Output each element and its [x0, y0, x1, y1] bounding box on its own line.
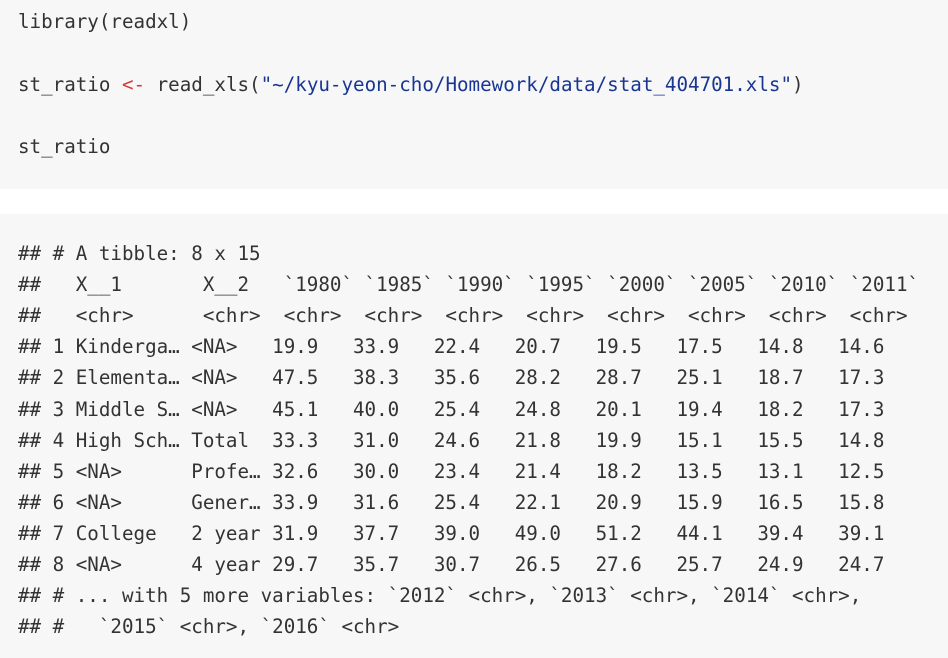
function-call: read_xls( — [145, 73, 261, 96]
output-column-types: ## <chr> <chr> <chr> <chr> <chr> <chr> <… — [18, 304, 908, 327]
output-row: ## 7 College 2 year 31.9 37.7 39.0 49.0 … — [18, 522, 885, 545]
code-line-assignment: st_ratio <- read_xls("~/kyu-yeon-cho/Hom… — [18, 73, 804, 97]
output-row: ## 8 <NA> 4 year 29.7 35.7 30.7 26.5 27.… — [18, 553, 885, 576]
output-more-variables-note: ## # ... with 5 more variables: `2012` <… — [18, 584, 862, 607]
output-row: ## 5 <NA> Profe… 32.6 30.0 23.4 21.4 18.… — [18, 460, 885, 483]
output-row: ## 1 Kinderga… <NA> 19.9 33.9 22.4 20.7 … — [18, 335, 885, 358]
console-output-block: ## # A tibble: 8 x 15 ## X__1 X__2 `1980… — [0, 214, 948, 658]
file-path-string: "~/kyu-yeon-cho/Homework/data/stat_40470… — [260, 73, 792, 96]
assignment-operator: <- — [121, 73, 146, 96]
output-column-names: ## X__1 X__2 `1980` `1985` `1990` `1995`… — [18, 273, 920, 296]
output-row: ## 4 High Sch… Total 33.3 31.0 24.6 21.8… — [18, 429, 885, 452]
code-line-print: st_ratio — [18, 135, 111, 158]
output-more-variables-note-continued: ## # `2015` <chr>, `2016` <chr> — [18, 615, 400, 638]
output-row: ## 3 Middle S… <NA> 45.1 40.0 25.4 24.8 … — [18, 398, 885, 421]
output-row: ## 6 <NA> Gener… 33.9 31.6 25.4 22.1 20.… — [18, 491, 885, 514]
source-code-block: library(readxl) st_ratio <- read_xls("~/… — [0, 0, 948, 189]
output-row: ## 2 Elementa… <NA> 47.5 38.3 35.6 28.2 … — [18, 366, 885, 389]
closing-paren: ) — [792, 73, 804, 96]
code-line-library: library(readxl) — [18, 10, 192, 33]
variable-name: st_ratio — [18, 73, 122, 96]
output-tibble-header: ## # A tibble: 8 x 15 — [18, 242, 261, 265]
